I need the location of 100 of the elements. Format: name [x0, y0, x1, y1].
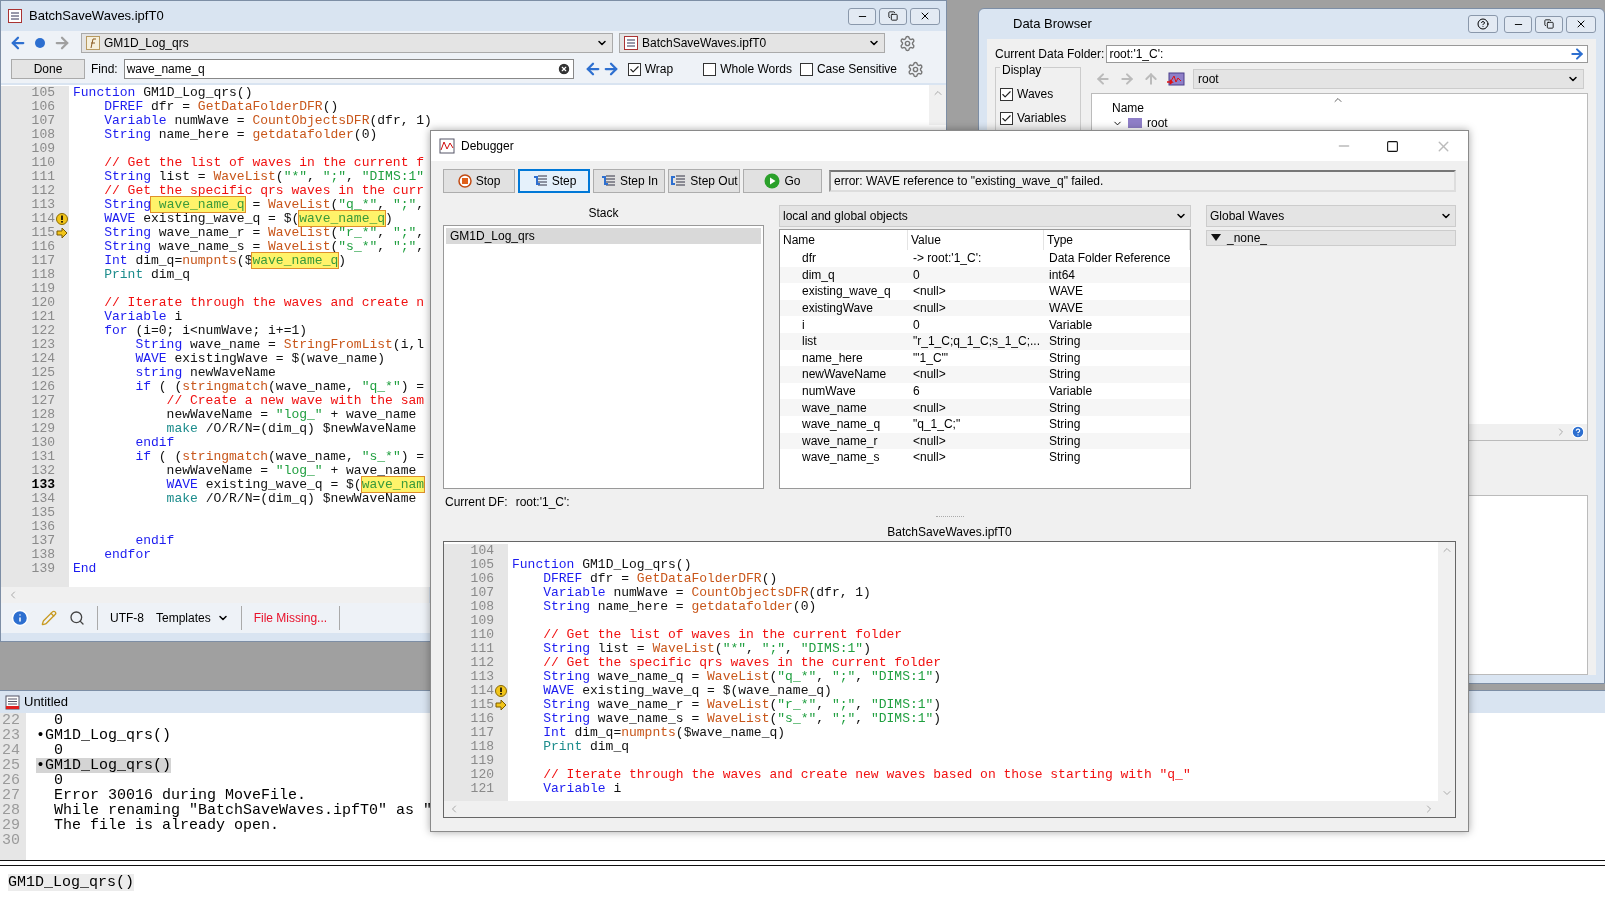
function-dropdown[interactable]: GM1D_Log_qrs	[81, 33, 613, 53]
restore-button[interactable]	[879, 7, 907, 25]
folder-icon[interactable]	[1167, 71, 1185, 87]
line-number: 121	[30, 310, 55, 324]
current-line-arrow-icon	[495, 699, 507, 711]
expand-icon[interactable]	[1211, 234, 1221, 242]
templates-menu[interactable]: Templates	[156, 609, 229, 627]
code-line: Variable i	[542, 782, 622, 796]
debug-button[interactable]: Step Out	[668, 169, 740, 193]
table-cell-text: dim_q	[801, 266, 836, 284]
wave-tree-item[interactable]: _none_	[1206, 230, 1456, 246]
help-button[interactable]	[1468, 15, 1498, 33]
debug-button[interactable]: Stop	[443, 169, 515, 193]
checkbox[interactable]	[1000, 111, 1013, 125]
current-df-label: Current DF:	[445, 494, 508, 511]
checkbox[interactable]	[799, 62, 813, 76]
code-line: End	[72, 562, 97, 576]
waves-dropdown[interactable]: Global Waves	[1206, 205, 1456, 227]
go-arrow-icon[interactable]	[1569, 46, 1585, 62]
warning-icon	[56, 213, 68, 225]
code-line: make /O/R/N=(dim_q) $newWaveName	[165, 492, 417, 506]
line-number: 138	[30, 548, 55, 562]
settings-icon[interactable]	[899, 34, 916, 52]
table-cell-text: <null>	[912, 283, 947, 301]
table-cell-text: wave_name_s	[801, 449, 881, 467]
back-icon[interactable]	[9, 34, 27, 52]
find-field[interactable]: wave_name_q	[123, 59, 574, 79]
command-line-field[interactable]: GM1D_Log_qrs()	[0, 866, 1605, 907]
table-cell-text: dfr	[801, 250, 817, 268]
table-cell-text: String	[1048, 399, 1082, 417]
table-cell-text: Variable	[1048, 383, 1094, 401]
line-number: 113	[469, 670, 494, 684]
code-line: DFREF dfr = GetDataFolderDFR()	[103, 100, 339, 114]
line-number: 110	[30, 156, 55, 170]
column-header[interactable]: Name	[1112, 99, 1144, 117]
encoding-label[interactable]: UTF-8	[110, 609, 144, 627]
line-number: 122	[30, 324, 55, 338]
folder-field[interactable]: root:'1_C':	[1106, 45, 1588, 63]
document-icon	[624, 36, 638, 50]
line-number: 133	[30, 478, 55, 492]
step-icon	[531, 174, 548, 188]
table-cell-text: Data Folder Reference	[1048, 250, 1172, 268]
line-number: 129	[30, 422, 55, 436]
stack-item[interactable]: GM1D_Log_qrs	[446, 228, 761, 244]
option-label: Waves	[1017, 86, 1054, 103]
checkbox[interactable]	[703, 62, 717, 76]
tree-item[interactable]: root	[1147, 117, 1168, 129]
vertical-scrollbar[interactable]	[1438, 542, 1455, 801]
line-number: 112	[469, 656, 494, 670]
folder-dropdown[interactable]: root	[1193, 69, 1584, 89]
line-number: 126	[30, 380, 55, 394]
column-header[interactable]: Name	[780, 230, 908, 250]
horizontal-scrollbar[interactable]	[1, 587, 429, 603]
horizontal-scrollbar[interactable]	[444, 801, 1455, 817]
line-number: 136	[30, 520, 55, 534]
debug-button[interactable]: Step In	[593, 169, 665, 193]
close-button[interactable]	[910, 7, 940, 25]
line-number: 111	[30, 170, 55, 184]
window-title: Untitled	[24, 693, 69, 712]
code-line: endif	[134, 534, 175, 548]
table-cell-text: <null>	[912, 449, 947, 467]
code-line: String wave_name_q = WaveList("q_*", ";", "DIMS:1")	[542, 670, 942, 684]
search-icon[interactable]	[69, 610, 85, 626]
code-line: for (i=0; i<numWave; i+=1)	[103, 324, 308, 338]
debug-button[interactable]: Step	[518, 169, 590, 193]
vertical-scrollbar[interactable]	[929, 85, 946, 125]
close-button[interactable]	[1566, 15, 1596, 33]
column-header[interactable]: Type	[1044, 230, 1190, 250]
code-line: if ( (stringmatch(wave_name, "s_*") =	[134, 450, 425, 464]
code-line: String wave_name_r = WaveList("r_*", ";", "DIMS:1")	[542, 698, 942, 712]
line-number: 119	[30, 282, 55, 296]
code-line: String name_here = getdatafolder(0)	[103, 128, 378, 142]
code-line: if ( (stringmatch(wave_name, "q_*") =	[134, 380, 425, 394]
code-line: String name_here = getdatafolder(0)	[542, 600, 817, 614]
checkbox[interactable]	[627, 62, 641, 76]
forward-icon[interactable]	[53, 34, 71, 52]
code-line: endfor	[103, 548, 151, 562]
help-icon[interactable]	[1571, 425, 1585, 439]
splitter-handle[interactable]	[935, 516, 964, 518]
code-line: Variable i	[103, 310, 183, 324]
line-number: 132	[30, 464, 55, 478]
dot-icon[interactable]	[33, 36, 47, 50]
objects-dropdown[interactable]: local and global objects	[779, 205, 1191, 227]
help-icon	[1477, 18, 1489, 30]
line-number: 134	[30, 492, 55, 506]
table-cell-text: String	[1048, 349, 1082, 367]
restore-button[interactable]	[1535, 15, 1563, 33]
column-header[interactable]: Value	[908, 230, 1044, 250]
file-dropdown[interactable]: BatchSaveWaves.ipfT0	[619, 33, 885, 53]
line-number: 107	[469, 586, 494, 600]
checkbox[interactable]	[1000, 87, 1013, 101]
maximize-icon[interactable]	[1386, 139, 1399, 153]
clear-icon[interactable]	[556, 62, 571, 76]
done-button[interactable]: Done	[11, 59, 85, 79]
table-cell-text: wave_name_q	[801, 416, 882, 434]
debug-button[interactable]: Go	[743, 169, 822, 193]
settings-icon[interactable]	[907, 60, 924, 78]
pencil-icon[interactable]	[41, 610, 57, 626]
info-icon[interactable]	[11, 609, 29, 627]
file-status-label[interactable]: File Missing...	[253, 609, 328, 627]
